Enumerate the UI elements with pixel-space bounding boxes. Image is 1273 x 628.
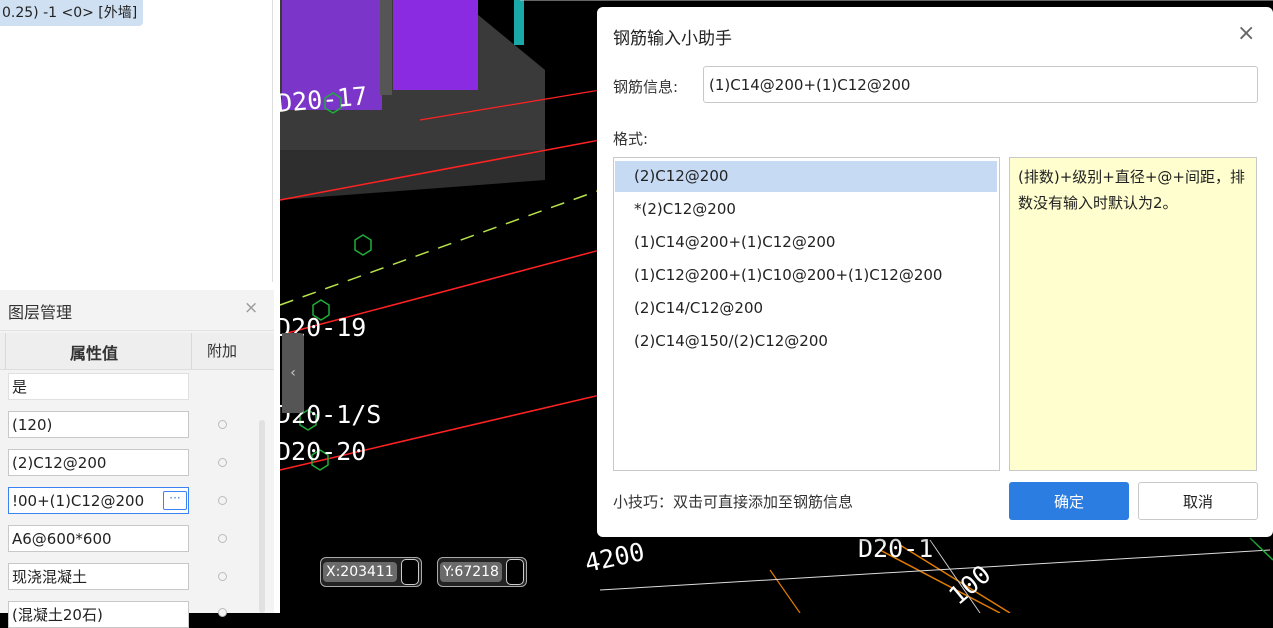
- coord-y-value: Y:67218: [440, 562, 502, 582]
- rebar-info-label: 钢筋信息:: [613, 78, 679, 96]
- coord-y-readout: Y:67218: [437, 557, 527, 587]
- extra-checkbox[interactable]: [218, 572, 227, 581]
- layer-panel-title: 图层管理: [8, 303, 73, 322]
- cad-label-d20-20: D20-20: [276, 437, 366, 466]
- column-divider: [5, 333, 6, 369]
- extra-checkbox[interactable]: [218, 420, 227, 429]
- format-list-item[interactable]: (2)C14/C12@200: [615, 293, 997, 324]
- tip-text: 小技巧：双击可直接添加至钢筋信息: [613, 493, 854, 511]
- cad-label-d20-1: D20-1: [858, 534, 933, 563]
- coord-x-field[interactable]: [400, 559, 419, 585]
- chevron-left-icon: ‹: [290, 365, 296, 381]
- property-value-cell[interactable]: (2)C12@200: [8, 449, 189, 476]
- format-list-item[interactable]: *(2)C12@200: [615, 194, 997, 225]
- purple-wall-2: [393, 0, 478, 90]
- format-list-item[interactable]: (2)C14@150/(2)C12@200: [615, 326, 997, 357]
- selected-component-item[interactable]: 0.25) -1 <0> [外墙]: [0, 0, 144, 26]
- property-value-cell[interactable]: (混凝土20石): [8, 601, 189, 628]
- format-label: 格式:: [613, 130, 649, 148]
- column-header-value: 属性值: [70, 344, 119, 363]
- cyan-edge: [514, 0, 524, 45]
- column-divider: [191, 333, 192, 369]
- extra-checkbox[interactable]: [218, 458, 227, 467]
- dialog-title: 钢筋输入小助手: [613, 29, 732, 49]
- rebar-value-input[interactable]: !00+(1)C12@200: [8, 487, 189, 514]
- collapse-panel-button[interactable]: ‹: [282, 333, 304, 413]
- property-value-cell[interactable]: (120): [8, 411, 189, 438]
- ok-button[interactable]: 确定: [1009, 482, 1129, 520]
- column-header-extra: 附加: [207, 342, 238, 360]
- rebar-info-input[interactable]: [703, 66, 1258, 103]
- property-value-cell[interactable]: A6@600*600: [8, 525, 189, 552]
- cancel-button[interactable]: 取消: [1138, 482, 1258, 520]
- extra-checkbox[interactable]: [218, 496, 227, 505]
- extra-checkbox[interactable]: [218, 534, 227, 543]
- more-icon[interactable]: ···: [163, 491, 187, 510]
- property-value-cell[interactable]: 是: [8, 373, 189, 400]
- close-icon[interactable]: ×: [1237, 21, 1255, 46]
- format-description: (排数)+级别+直径+@+间距，排数没有输入时默认为2。: [1009, 157, 1257, 471]
- coord-x-value: X:203411: [323, 562, 397, 582]
- format-list-item[interactable]: (2)C12@200: [615, 161, 997, 192]
- coord-x-readout: X:203411: [320, 557, 422, 587]
- component-list: [0, 0, 273, 282]
- vertical-scrollbar[interactable]: [259, 420, 265, 613]
- coord-y-field[interactable]: [505, 559, 524, 585]
- property-value-cell[interactable]: 现浇混凝土: [8, 563, 189, 590]
- close-icon[interactable]: ×: [244, 298, 258, 318]
- format-list-item[interactable]: (1)C14@200+(1)C12@200: [615, 227, 997, 258]
- format-list-item[interactable]: (1)C12@200+(1)C10@200+(1)C12@200: [615, 260, 997, 291]
